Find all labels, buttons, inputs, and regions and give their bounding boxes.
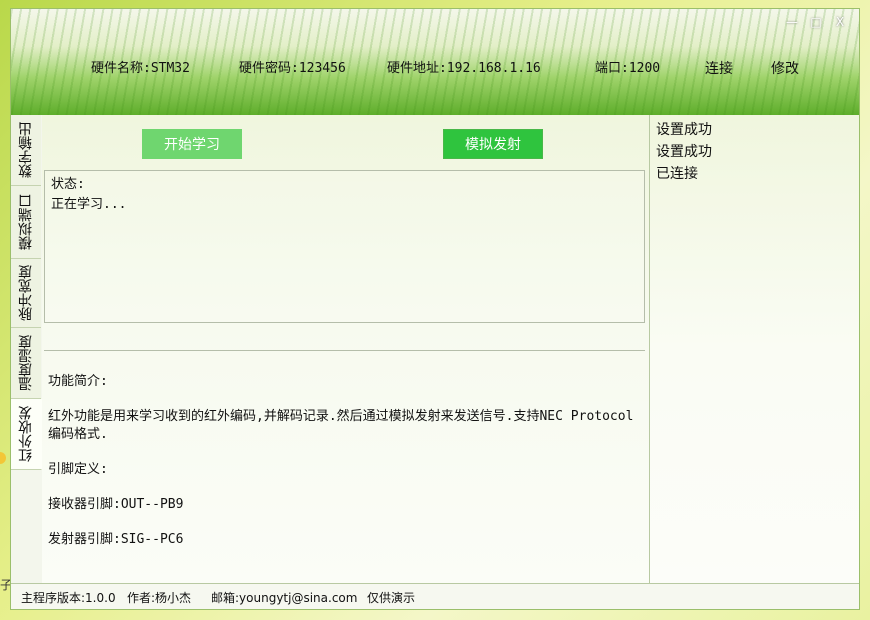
log-entry: 已连接 xyxy=(656,166,698,182)
intro-text: 红外功能是用来学习收到的红外编码,并解码记录.然后通过模拟发射来发送信号.支持N… xyxy=(48,409,634,442)
status-bar: 主程序版本:1.0.0 作者:杨小杰 邮箱:youngytj@sina.com … xyxy=(11,583,859,609)
infrared-panel: 开始学习 模拟发射 状态: 正在学习... 功能简介: 红外功能是用来学习收到的… xyxy=(42,115,649,583)
transmitter-pin: 发射器引脚:SIG--PC6 xyxy=(48,531,184,547)
description: 功能简介: 红外功能是用来学习收到的红外编码,并解码记录.然后通过模拟发射来发送… xyxy=(48,373,643,566)
modify-link[interactable]: 修改 xyxy=(771,58,799,78)
vertical-tab-strip: 数字输出 模拟端口 脉冲宽度 温度湿度 红外收发 xyxy=(11,115,43,583)
version-text: 主程序版本:1.0.0 xyxy=(21,591,116,605)
tab-label: 脉冲宽度 xyxy=(18,265,34,321)
tab-digital-output[interactable]: 数字输出 xyxy=(11,115,41,186)
minimize-icon[interactable]: — xyxy=(785,15,799,29)
author-text: 作者:杨小杰 xyxy=(127,591,192,605)
tab-label: 温度湿度 xyxy=(18,335,34,391)
intro-title: 功能简介: xyxy=(48,374,108,389)
log-entry: 设置成功 xyxy=(656,144,712,160)
tab-pulse-width[interactable]: 脉冲宽度 xyxy=(11,259,41,328)
status-label: 状态: xyxy=(51,177,85,192)
divider xyxy=(44,350,645,351)
tab-label: 模拟端口 xyxy=(18,194,34,250)
tab-infrared[interactable]: 红外收发 xyxy=(11,399,42,470)
tab-analog-port[interactable]: 模拟端口 xyxy=(11,186,41,259)
connect-link[interactable]: 连接 xyxy=(705,58,733,78)
tab-label: 数字输出 xyxy=(18,122,34,178)
tab-temperature-humidity[interactable]: 温度湿度 xyxy=(11,328,41,399)
hardware-password: 硬件密码:123456 xyxy=(239,61,346,76)
window-controls: — □ X xyxy=(785,15,847,29)
status-box: 状态: 正在学习... xyxy=(44,170,645,323)
app-window: — □ X 硬件名称:STM32 硬件密码:123456 硬件地址:192.16… xyxy=(10,8,860,610)
simulate-send-button[interactable]: 模拟发射 xyxy=(443,129,543,159)
receiver-pin: 接收器引脚:OUT--PB9 xyxy=(48,496,184,512)
maximize-icon[interactable]: □ xyxy=(809,15,823,29)
content-area: 数字输出 模拟端口 脉冲宽度 温度湿度 红外收发 开始学习 模拟发射 状态: 正… xyxy=(11,115,859,583)
header-grass-banner: — □ X 硬件名称:STM32 硬件密码:123456 硬件地址:192.16… xyxy=(11,9,859,115)
log-entry: 设置成功 xyxy=(656,122,712,138)
log-list: 设置成功 设置成功 已连接 xyxy=(656,119,712,185)
hardware-address: 硬件地址:192.168.1.16 xyxy=(387,61,541,76)
log-panel: 设置成功 设置成功 已连接 xyxy=(649,115,859,583)
pin-title: 引脚定义: xyxy=(48,461,108,477)
email-text: 邮箱:youngytj@sina.com xyxy=(211,591,358,605)
desktop-fragment-dot xyxy=(0,452,6,464)
port-value: 端口:1200 xyxy=(595,61,661,76)
demo-note: 仅供演示 xyxy=(367,591,416,605)
start-learn-button[interactable]: 开始学习 xyxy=(142,129,242,159)
status-text: 正在学习... xyxy=(51,197,127,212)
tab-label: 红外收发 xyxy=(18,406,34,462)
close-icon[interactable]: X xyxy=(833,15,847,29)
hardware-name: 硬件名称:STM32 xyxy=(91,61,190,76)
